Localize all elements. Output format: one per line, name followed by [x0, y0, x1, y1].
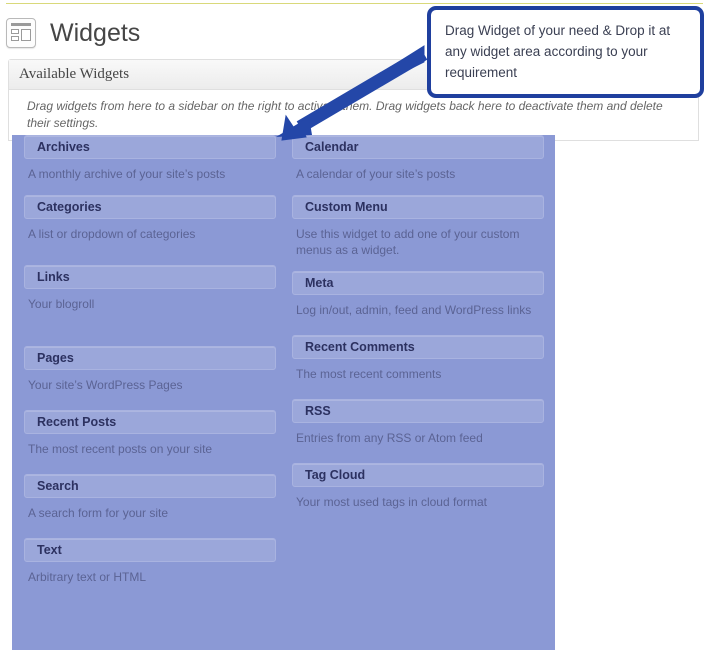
- widget-column-left: Archives A monthly archive of your site’…: [24, 135, 276, 598]
- widget-pages[interactable]: Pages Your site’s WordPress Pages: [24, 346, 276, 393]
- widget-title[interactable]: Pages: [24, 346, 276, 370]
- widgets-icon-topbar: [11, 23, 31, 26]
- widget-description: Arbitrary text or HTML: [28, 570, 147, 584]
- page-title: Widgets: [50, 18, 141, 47]
- widget-description: The most recent posts on your site: [28, 442, 213, 456]
- widget-description: Use this widget to add one of your custo…: [296, 227, 520, 257]
- available-widgets-heading: Available Widgets: [19, 66, 130, 82]
- widget-links[interactable]: Links Your blogroll: [24, 265, 276, 312]
- available-widgets-drop-area[interactable]: Archives A monthly archive of your site’…: [12, 135, 555, 650]
- widget-description: Log in/out, admin, feed and WordPress li…: [296, 303, 532, 317]
- widget-archives[interactable]: Archives A monthly archive of your site’…: [24, 135, 276, 182]
- widgets-icon: [6, 18, 36, 48]
- widget-title[interactable]: Archives: [24, 135, 276, 159]
- widget-recent-posts[interactable]: Recent Posts The most recent posts on yo…: [24, 410, 276, 457]
- widget-rss[interactable]: RSS Entries from any RSS or Atom feed: [292, 399, 544, 446]
- widget-title[interactable]: Calendar: [292, 135, 544, 159]
- widget-title[interactable]: Categories: [24, 195, 276, 219]
- instruction-callout: Drag Widget of your need & Drop it at an…: [427, 6, 704, 98]
- widgets-icon-box-small-bottom: [11, 36, 19, 41]
- widget-title[interactable]: Tag Cloud: [292, 463, 544, 487]
- widget-description: A monthly archive of your site’s posts: [28, 167, 226, 181]
- widget-title[interactable]: Recent Comments: [292, 335, 544, 359]
- widget-title[interactable]: Meta: [292, 271, 544, 295]
- widget-calendar[interactable]: Calendar A calendar of your site’s posts: [292, 135, 544, 182]
- widget-recent-comments[interactable]: Recent Comments The most recent comments: [292, 335, 544, 382]
- widget-text[interactable]: Text Arbitrary text or HTML: [24, 538, 276, 585]
- widget-title[interactable]: Search: [24, 474, 276, 498]
- widget-description: A list or dropdown of categories: [28, 227, 196, 241]
- widget-description: Your blogroll: [28, 297, 95, 311]
- widget-categories[interactable]: Categories A list or dropdown of categor…: [24, 195, 276, 242]
- widget-search[interactable]: Search A search form for your site: [24, 474, 276, 521]
- widget-title[interactable]: Custom Menu: [292, 195, 544, 219]
- page-header: Widgets: [6, 12, 426, 54]
- widget-description: A search form for your site: [28, 506, 169, 520]
- widget-description: Your most used tags in cloud format: [296, 495, 487, 509]
- widget-title[interactable]: RSS: [292, 399, 544, 423]
- widget-tag-cloud[interactable]: Tag Cloud Your most used tags in cloud f…: [292, 463, 544, 510]
- widget-description: Your site’s WordPress Pages: [28, 378, 183, 392]
- widget-title[interactable]: Text: [24, 538, 276, 562]
- widgets-icon-box-large: [21, 29, 31, 41]
- widget-custom-menu[interactable]: Custom Menu Use this widget to add one o…: [292, 195, 544, 258]
- instruction-callout-text: Drag Widget of your need & Drop it at an…: [445, 23, 671, 80]
- widget-description: Entries from any RSS or Atom feed: [296, 431, 483, 445]
- widgets-icon-box-small-top: [11, 29, 19, 34]
- widget-description: The most recent comments: [296, 367, 442, 381]
- widget-meta[interactable]: Meta Log in/out, admin, feed and WordPre…: [292, 271, 544, 318]
- top-divider-rule: [6, 3, 703, 4]
- widget-column-right: Calendar A calendar of your site’s posts…: [292, 135, 544, 523]
- widget-title[interactable]: Links: [24, 265, 276, 289]
- widget-title[interactable]: Recent Posts: [24, 410, 276, 434]
- widget-description: A calendar of your site’s posts: [296, 167, 456, 181]
